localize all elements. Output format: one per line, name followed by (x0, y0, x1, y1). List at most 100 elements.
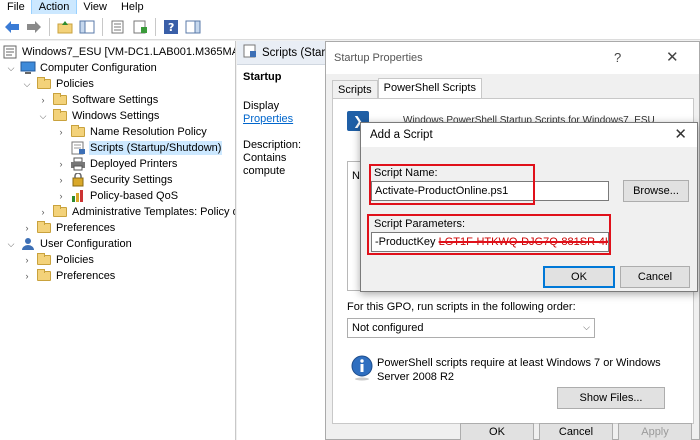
ok-button[interactable]: OK (460, 423, 534, 440)
chevron-down-icon[interactable]: ⌵ (38, 108, 48, 124)
printer-icon (70, 157, 86, 171)
close-icon[interactable]: ✕ (674, 125, 687, 143)
tree-label: Preferences (56, 222, 116, 234)
cancel-button[interactable]: Cancel (539, 423, 613, 440)
forward-arrow-icon[interactable] (25, 18, 43, 36)
tree-item-deployed-printers[interactable]: › Deployed Printers (56, 156, 177, 172)
description-label: Description: (243, 139, 302, 151)
ok-button[interactable]: OK (543, 266, 615, 288)
browse-button[interactable]: Browse... (623, 180, 689, 202)
tree-label: User Configuration (40, 238, 132, 250)
help-icon[interactable]: ? (162, 18, 180, 36)
chevron-down-icon[interactable]: ⌵ (22, 76, 32, 92)
chevron-right-icon[interactable]: › (56, 124, 66, 140)
tree-label: Policy-based QoS (90, 190, 179, 202)
menu-bar: File Action View Help (0, 0, 700, 15)
add-script-dialog: Add a Script ✕ Script Name: Activate-Pro… (360, 122, 698, 292)
info-icon (351, 355, 373, 381)
folder-icon (52, 109, 68, 123)
apply-button[interactable]: Apply (618, 423, 692, 440)
highlight-box-script-parameters (367, 214, 611, 255)
tree-item-name-resolution-policy[interactable]: › Name Resolution Policy (56, 124, 207, 140)
back-arrow-icon[interactable] (3, 18, 21, 36)
tree-label: Scripts (Startup/Shutdown) (88, 141, 223, 155)
details-heading: Startup (243, 71, 282, 83)
tree-label: Computer Configuration (40, 62, 157, 74)
cancel-button[interactable]: Cancel (620, 266, 690, 288)
tab-strip: Scripts PowerShell Scripts (332, 78, 482, 98)
tree-label: Preferences (56, 270, 116, 282)
close-icon[interactable]: ✕ (666, 48, 679, 66)
tree-item-security-settings[interactable]: › Security Settings (56, 172, 173, 188)
details-title: Scripts (Start (262, 46, 329, 59)
properties-icon[interactable] (131, 18, 149, 36)
tree-item-admin-templates[interactable]: › Administrative Templates: Policy de (38, 204, 236, 220)
scripts-icon (70, 141, 86, 155)
folder-icon (36, 269, 52, 283)
menu-file[interactable]: File (0, 0, 32, 14)
menu-view[interactable]: View (76, 0, 114, 14)
folder-icon (36, 253, 52, 267)
export-list-icon[interactable] (109, 18, 127, 36)
folder-icon (36, 221, 52, 235)
tree-item-user-policies[interactable]: › Policies (22, 252, 94, 268)
security-icon (70, 173, 86, 187)
tree-label: Policies (56, 254, 94, 266)
properties-link[interactable]: Properties (243, 113, 293, 125)
folder-icon (52, 93, 68, 107)
dialog-title: Add a Script (370, 129, 433, 141)
show-files-button[interactable]: Show Files... (557, 387, 665, 409)
chevron-right-icon[interactable]: › (38, 92, 48, 108)
up-folder-icon[interactable] (56, 18, 74, 36)
tree-label: Security Settings (90, 174, 173, 186)
info-text: PowerShell scripts require at least Wind… (377, 357, 661, 383)
tree-item-windows-settings[interactable]: ⌵ Windows Settings (38, 108, 159, 124)
chevron-right-icon[interactable]: › (22, 252, 32, 268)
folder-icon (52, 205, 68, 219)
show-tree-icon[interactable] (78, 18, 96, 36)
tab-scripts[interactable]: Scripts (332, 80, 378, 98)
tab-powershell-scripts[interactable]: PowerShell Scripts (377, 78, 482, 98)
dialog-title: Startup Properties (334, 52, 423, 64)
app-window: File Action View Help ? Windows7_ESU [VM… (0, 0, 700, 440)
details-pane: Scripts (Start Startup Display Propertie… (237, 41, 337, 440)
menu-action[interactable]: Action (30, 0, 78, 15)
tree-item-user-preferences[interactable]: › Preferences (22, 268, 115, 284)
tree-item-policy-qos[interactable]: › Policy-based QoS (56, 188, 178, 204)
tree-item-preferences[interactable]: › Preferences (22, 220, 115, 236)
tree-item-computer-configuration[interactable]: ⌵ Computer Configuration (6, 60, 157, 76)
folder-icon (70, 125, 86, 139)
toolbar: ? (0, 14, 700, 40)
tree-label: Policies (56, 78, 94, 90)
tree-label: Windows7_ESU [VM-DC1.LAB001.M365MASTE (22, 46, 235, 58)
chevron-right-icon[interactable]: › (22, 220, 32, 236)
help-icon[interactable]: ? (614, 50, 621, 65)
tree-item-scripts[interactable]: Scripts (Startup/Shutdown) (56, 140, 223, 156)
tree-item-policies[interactable]: ⌵ Policies (22, 76, 94, 92)
tree-item-root[interactable]: Windows7_ESU [VM-DC1.LAB001.M365MASTE (2, 44, 235, 60)
chevron-down-icon[interactable]: ⌵ (6, 236, 16, 252)
chevron-right-icon[interactable]: › (56, 156, 66, 172)
folder-icon (36, 77, 52, 91)
menu-help[interactable]: Help (114, 0, 151, 14)
chevron-right-icon[interactable]: › (38, 204, 48, 220)
computer-icon (20, 61, 36, 75)
order-dropdown[interactable]: Not configured ⌵ (347, 318, 595, 338)
dialog-titlebar: Startup Properties ? ✕ (326, 42, 699, 74)
user-icon (20, 237, 36, 251)
chevron-down-icon[interactable]: ⌵ (6, 60, 16, 76)
order-label: For this GPO, run scripts in the followi… (347, 301, 576, 313)
chevron-right-icon[interactable]: › (56, 188, 66, 204)
details-header: Scripts (Start (237, 41, 337, 65)
tree-item-user-configuration[interactable]: ⌵ User Configuration (6, 236, 132, 252)
chevron-right-icon[interactable]: › (22, 268, 32, 284)
display-label: Display (243, 100, 280, 112)
dialog-titlebar: Add a Script ✕ (361, 123, 697, 147)
chevron-right-icon[interactable]: › (56, 172, 66, 188)
show-pane-icon[interactable] (184, 18, 202, 36)
svg-text:?: ? (168, 21, 174, 34)
tree-label: Administrative Templates: Policy de (72, 206, 236, 218)
highlight-box-script-name (369, 164, 535, 205)
tree-item-software-settings[interactable]: › Software Settings (38, 92, 158, 108)
